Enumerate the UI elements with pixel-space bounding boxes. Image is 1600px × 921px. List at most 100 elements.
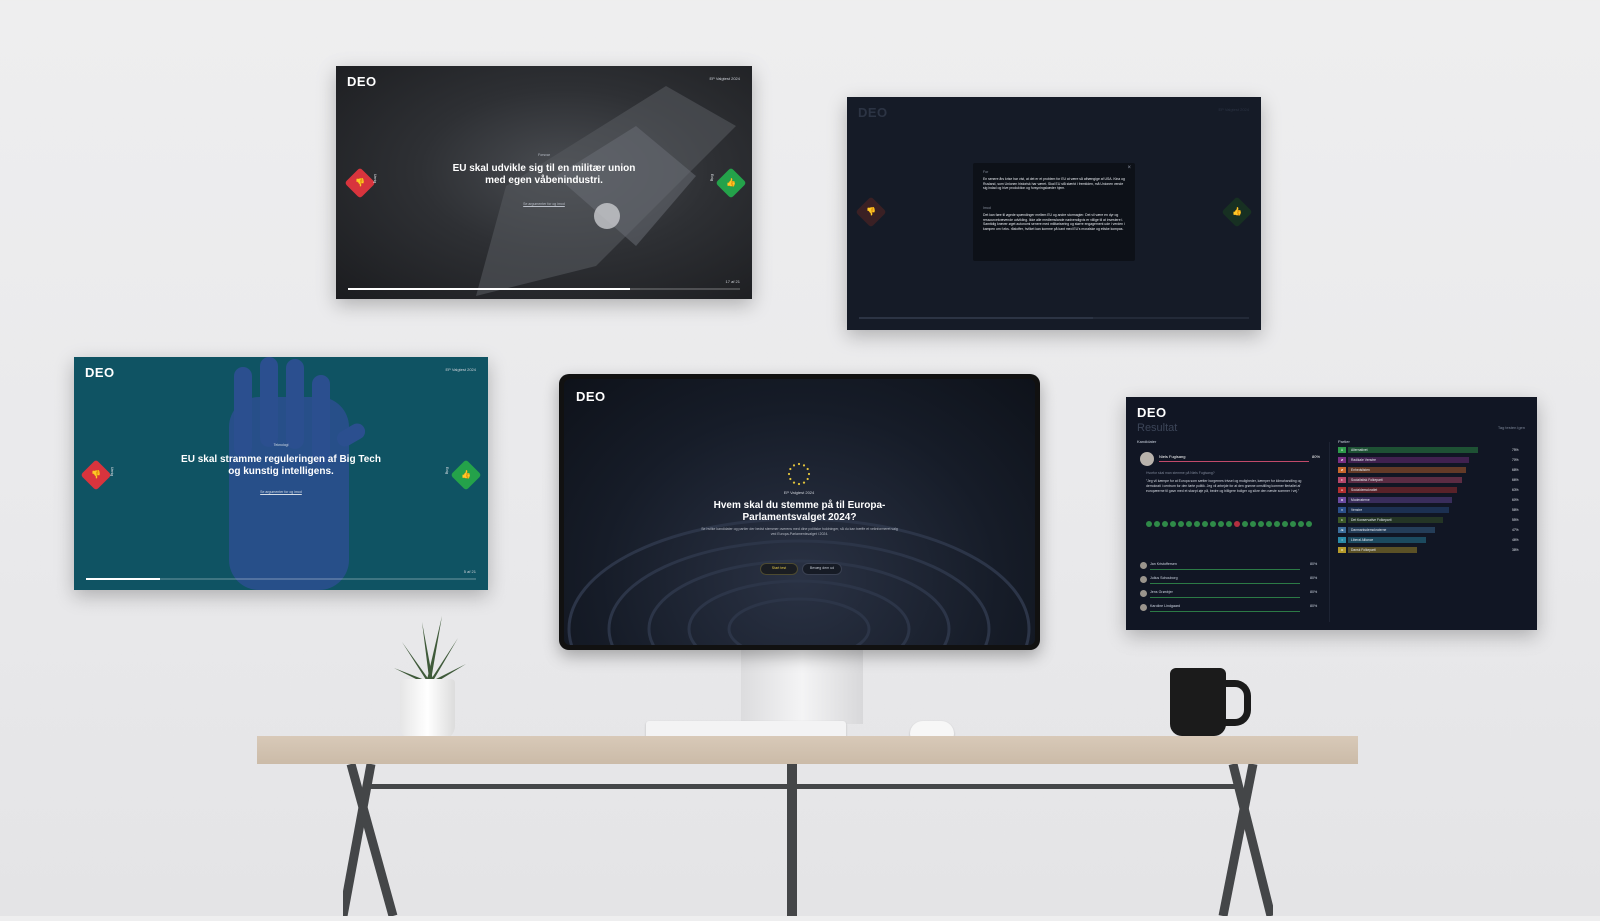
party-row[interactable]: A Socialdemokratiet 63% <box>1338 487 1528 495</box>
party-name: Socialistisk Folkeparti <box>1351 478 1383 482</box>
answer-dot <box>1202 521 1208 527</box>
progress-bar <box>86 578 476 580</box>
plant-icon <box>394 616 466 686</box>
brand-logo[interactable]: DEO <box>576 389 606 404</box>
party-row[interactable]: Ø Radikale Venstre 70% <box>1338 457 1528 465</box>
eu-star <box>797 462 801 466</box>
arguments-link[interactable]: Se argumenter for og imod <box>496 202 592 206</box>
party-row[interactable]: Å Alternativet 75% <box>1338 447 1528 455</box>
arguments-link[interactable]: Se argumenter for og imod <box>234 490 328 494</box>
monitor-stand <box>741 646 863 724</box>
brand-logo[interactable]: DEO <box>347 74 377 89</box>
desk-top <box>257 736 1358 764</box>
party-name: Radikale Venstre <box>1351 458 1376 462</box>
party-row[interactable]: I Liberal Alliance 46% <box>1338 537 1528 545</box>
party-name: Moderaterne <box>1351 498 1370 502</box>
retake-link[interactable]: Tag testen igen <box>1498 425 1525 430</box>
answer-dot <box>1194 521 1200 527</box>
brand-logo[interactable]: DEO <box>1137 405 1167 420</box>
thumbs-down-icon: 👎 <box>91 470 101 479</box>
party-row[interactable]: Æ Danmarksdemokraterne 47% <box>1338 527 1528 535</box>
disagree-label: Uenig <box>373 174 377 184</box>
party-row[interactable]: Ø Enhedslisten 68% <box>1338 467 1528 475</box>
party-row[interactable]: O Dansk Folkeparti 38% <box>1338 547 1528 555</box>
answer-dot <box>1258 521 1264 527</box>
candidate-match-bar <box>1150 611 1300 612</box>
party-list: Å Alternativet 75% Ø Radikale Venstre 70% Ø Enh… <box>1338 447 1528 567</box>
header-tag: EP Valgtest 2024 <box>1218 107 1249 112</box>
top-candidate-match: 80% <box>1312 454 1321 459</box>
for-argument: En senere års krise har vist, at det er … <box>983 177 1125 191</box>
party-row[interactable]: C Det Konservative Folkeparti 55% <box>1338 517 1528 525</box>
agree-button[interactable]: 👍 <box>715 167 747 199</box>
answer-dot <box>1154 521 1160 527</box>
desk-legs-svg <box>338 762 1276 918</box>
header-tag: EP Valgtest 2024 <box>445 367 476 372</box>
party-name: Det Konservative Folkeparti <box>1351 518 1392 522</box>
top-candidate-name[interactable]: Niels Fuglsang <box>1159 454 1185 459</box>
candidate-row[interactable]: Jens Grønbjer 80% <box>1140 589 1322 601</box>
statement-title: EU skal udvikle sig til en militær union… <box>452 163 636 186</box>
answer-dot <box>1210 521 1216 527</box>
party-badge: Ø <box>1338 457 1346 463</box>
party-match-bar <box>1348 507 1449 513</box>
party-name: Danmarksdemokraterne <box>1351 528 1387 532</box>
plant-leaves <box>392 612 468 686</box>
answer-dot <box>1306 521 1312 527</box>
answer-dot <box>1162 521 1168 527</box>
candidate-name: Karoline Lindgaard <box>1150 604 1181 608</box>
start-test-button[interactable]: Start test <box>760 563 798 575</box>
category-label: Forsvar <box>538 153 550 157</box>
party-badge: M <box>1338 497 1346 503</box>
eu-star <box>792 481 796 484</box>
header-tag: EP Valgtest 2024 <box>709 76 740 81</box>
answer-dots <box>1146 521 1321 537</box>
answer-dot <box>1178 521 1184 527</box>
candidate-row[interactable]: Karoline Lindgaard 80% <box>1140 603 1322 615</box>
screen-results: DEO Resultat Tag testen igen Kandidater … <box>1126 397 1537 630</box>
main-title: Hvem skal du stemme på til Europa-Parlam… <box>713 500 886 523</box>
desk-legs <box>338 762 1276 918</box>
party-match: 38% <box>1512 548 1519 552</box>
candidate-match-bar <box>1150 569 1300 570</box>
eu-star <box>806 477 809 481</box>
candidate-name: Jan Kristoffersen <box>1150 562 1177 566</box>
secondary-button[interactable]: Bevæg dem ud <box>802 563 842 575</box>
eu-star <box>789 467 792 471</box>
candidate-row[interactable]: Julius Schouborg 80% <box>1140 575 1322 587</box>
avatar <box>1140 604 1147 611</box>
party-row[interactable]: M Moderaterne 60% <box>1338 497 1528 505</box>
brand-logo[interactable]: DEO <box>85 365 115 380</box>
disagree-button[interactable]: 👎 <box>344 167 376 199</box>
disagree-button: 👎 <box>855 196 887 228</box>
answer-dot <box>1186 521 1192 527</box>
start-test-label: Start test <box>771 566 787 570</box>
party-badge: I <box>1338 537 1346 543</box>
candidate-list: Jan Kristoffersen 80% Julius Schouborg 80% J… <box>1140 561 1330 621</box>
party-match: 47% <box>1512 528 1519 532</box>
eu-star <box>802 481 806 484</box>
candidate-match: 80% <box>1310 562 1318 566</box>
candidate-name: Jens Grønbjer <box>1150 590 1173 594</box>
thumbs-up-icon: 👍 <box>726 178 736 187</box>
agree-button[interactable]: 👍 <box>450 459 482 491</box>
party-row[interactable]: V Venstre 58% <box>1338 507 1528 515</box>
party-name: Liberal Alliance <box>1351 538 1374 542</box>
agree-button: 👍 <box>1221 196 1253 228</box>
party-badge: F <box>1338 477 1346 483</box>
disagree-button[interactable]: 👎 <box>80 459 112 491</box>
close-icon[interactable]: × <box>1127 165 1131 171</box>
candidate-match-bar <box>1150 583 1300 584</box>
answer-dot <box>1170 521 1176 527</box>
results-heading: Resultat <box>1137 422 1178 434</box>
plant-pot <box>400 679 455 740</box>
top-candidate-bar <box>1159 461 1309 462</box>
answer-dot <box>1234 521 1240 527</box>
party-match: 68% <box>1512 468 1519 472</box>
avatar <box>1140 576 1147 583</box>
eu-star <box>787 472 791 476</box>
brand-logo: DEO <box>858 105 888 120</box>
candidate-row[interactable]: Jan Kristoffersen 80% <box>1140 561 1322 573</box>
party-row[interactable]: F Socialistisk Folkeparti 66% <box>1338 477 1528 485</box>
answer-dot <box>1266 521 1272 527</box>
